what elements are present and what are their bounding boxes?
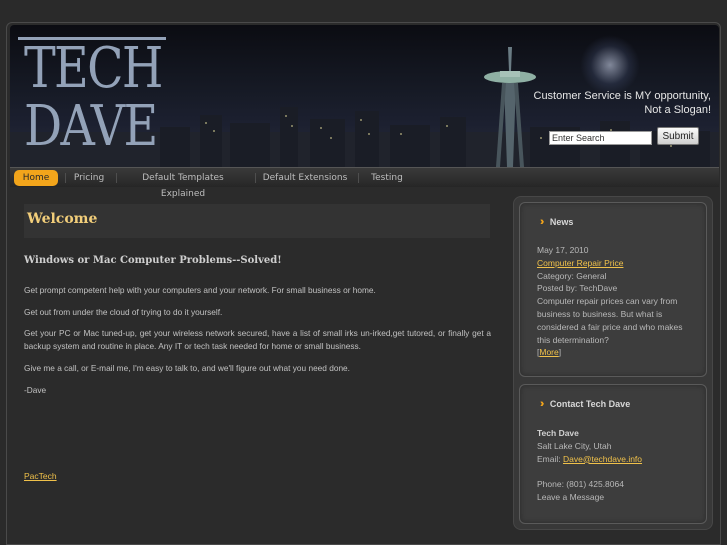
news-more: [More]: [537, 347, 562, 358]
contact-heading: ›› Contact Tech Dave: [540, 398, 631, 410]
content-paragraph: Get prompt competent help with your comp…: [24, 285, 376, 295]
content-paragraph: Get your PC or Mac tuned-up, get your wi…: [24, 328, 491, 351]
contact-box: ›› Contact Tech Dave Tech Dave Salt Lake…: [519, 384, 707, 524]
nav-item-testing[interactable]: Testing: [362, 170, 412, 186]
nav-item-home[interactable]: Home: [14, 170, 58, 186]
welcome-heading-bar: Welcome: [24, 204, 490, 238]
search-submit-button[interactable]: Submit: [657, 127, 699, 145]
email-link[interactable]: Dave@techdave.info: [563, 454, 642, 464]
double-chevron-right-icon: ››: [540, 216, 545, 228]
news-box: ›› News May 17, 2010 Computer Repair Pri…: [519, 202, 707, 377]
space-needle-image: [484, 47, 536, 167]
nav-divider: [255, 173, 256, 183]
news-category: Category: General: [537, 270, 607, 281]
nav-divider: [116, 173, 117, 183]
main-nav: Home Pricing Default Templates Explained…: [10, 167, 719, 199]
tagline-line-2: Not a Slogan!: [644, 104, 711, 116]
site-tagline: Customer Service is MY opportunity, Not …: [534, 89, 712, 117]
techdave-logo[interactable]: TECH DAVE: [18, 33, 168, 163]
moon-glow: [580, 35, 640, 95]
contact-phone: Phone: (801) 425.8064: [537, 479, 624, 490]
nav-divider: [358, 173, 359, 183]
nav-divider: [65, 173, 66, 183]
contact-name: Tech Dave: [537, 428, 579, 438]
leave-message-link[interactable]: Leave a Message: [537, 491, 697, 504]
news-article-link[interactable]: Computer Repair Price: [537, 258, 623, 268]
contact-email: Email: Dave@techdave.info: [537, 453, 643, 464]
news-summary: Computer repair prices can vary from bus…: [537, 296, 683, 345]
tagline-line-1: Customer Service is MY opportunity,: [533, 90, 712, 102]
content-paragraph: Give me a call, or E-mail me, I'm easy t…: [24, 363, 350, 373]
signature-text: -Dave: [24, 385, 47, 395]
news-author: Posted by: TechDave: [537, 283, 618, 294]
double-chevron-right-icon: ››: [540, 398, 545, 410]
contact-body: Tech Dave Salt Lake City, Utah Email: Da…: [537, 427, 697, 504]
nav-item-default-templates[interactable]: Default Templates Explained: [120, 170, 246, 199]
news-date: May 17, 2010: [537, 245, 589, 255]
nav-item-default-extensions[interactable]: Default Extensions: [260, 170, 350, 186]
news-body: May 17, 2010 Computer Repair Price Categ…: [537, 244, 697, 359]
news-heading: ›› News: [540, 216, 574, 228]
nav-item-pricing[interactable]: Pricing: [68, 170, 110, 186]
page-title: Welcome: [27, 211, 98, 227]
contact-location: Salt Lake City, Utah: [537, 440, 612, 451]
more-link[interactable]: More: [539, 347, 558, 357]
header-banner: TECH DAVE Customer Service is MY opportu…: [10, 25, 719, 167]
content-paragraph: Get out from under the cloud of trying t…: [24, 307, 223, 317]
content-subheading: Windows or Mac Computer Problems--Solved…: [24, 255, 282, 266]
pactech-link[interactable]: PacTech: [24, 471, 57, 481]
search-input[interactable]: [549, 131, 652, 145]
